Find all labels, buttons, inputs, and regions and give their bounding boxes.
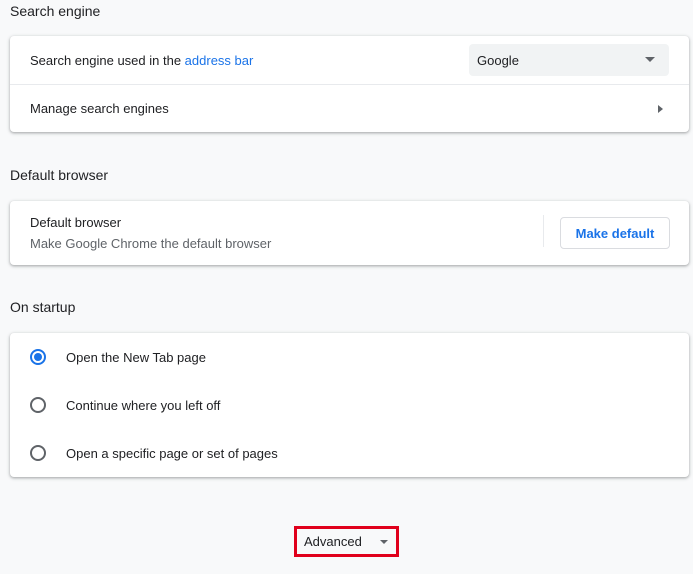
default-browser-section-title: Default browser xyxy=(10,167,109,183)
default-browser-text: Default browser Make Google Chrome the d… xyxy=(30,215,271,251)
on-startup-card: Open the New Tab page Continue where you… xyxy=(10,333,689,477)
chevron-right-icon xyxy=(658,105,663,113)
startup-option-continue[interactable]: Continue where you left off xyxy=(10,381,689,429)
manage-search-engines-label: Manage search engines xyxy=(30,101,169,116)
default-browser-row-subtitle: Make Google Chrome the default browser xyxy=(30,236,272,251)
search-engine-card: Search engine used in the address bar Go… xyxy=(10,36,689,132)
startup-option-label: Open the New Tab page xyxy=(66,349,206,365)
default-browser-row-title: Default browser xyxy=(30,215,122,230)
radio-unchecked-icon[interactable] xyxy=(30,445,46,461)
startup-option-label: Open a specific page or set of pages xyxy=(66,445,278,461)
search-engine-row: Search engine used in the address bar Go… xyxy=(10,36,689,84)
manage-search-engines-row[interactable]: Manage search engines xyxy=(10,84,689,132)
search-engine-selected-value: Google xyxy=(477,52,519,68)
chevron-down-icon xyxy=(380,540,388,544)
startup-option-new-tab[interactable]: Open the New Tab page xyxy=(10,333,689,381)
dropdown-caret-icon xyxy=(645,57,655,62)
search-engine-label: Search engine used in the address bar xyxy=(30,52,254,68)
startup-option-specific-pages[interactable]: Open a specific page or set of pages xyxy=(10,429,689,477)
address-bar-link[interactable]: address bar xyxy=(185,53,254,68)
search-engine-section-title: Search engine xyxy=(10,3,101,19)
radio-unchecked-icon[interactable] xyxy=(30,397,46,413)
startup-option-label: Continue where you left off xyxy=(66,397,221,413)
default-browser-card: Default browser Make Google Chrome the d… xyxy=(10,201,689,265)
advanced-button[interactable]: Advanced xyxy=(294,526,399,557)
make-default-button[interactable]: Make default xyxy=(560,217,670,249)
on-startup-section-title: On startup xyxy=(10,299,76,315)
vertical-separator xyxy=(543,215,544,247)
radio-checked-icon[interactable] xyxy=(30,349,46,365)
advanced-label: Advanced xyxy=(304,534,362,549)
search-engine-select[interactable]: Google xyxy=(469,44,669,76)
